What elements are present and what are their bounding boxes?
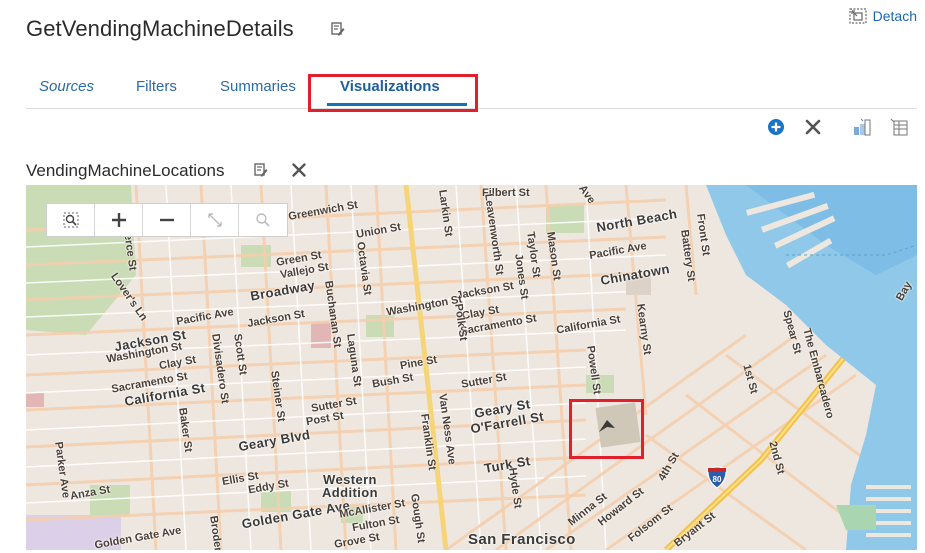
tab-bar: Sources Filters Summaries Visualizations (26, 70, 917, 112)
zoom-out-icon (159, 218, 174, 222)
tab-visualizations[interactable]: Visualizations (340, 78, 440, 95)
close-icon[interactable] (804, 118, 822, 136)
tab-filters[interactable]: Filters (136, 78, 177, 95)
fit-extent-button[interactable] (191, 204, 239, 236)
zoom-out-button[interactable] (143, 204, 191, 236)
detach-icon (849, 8, 867, 24)
table-layout-icon[interactable] (890, 118, 908, 136)
map-toolbar (46, 203, 288, 237)
tab-sources[interactable]: Sources (39, 78, 94, 95)
map-view[interactable]: Filbert St Greenwich St Union St North B… (26, 185, 917, 550)
page-title: GetVendingMachineDetails (26, 16, 294, 41)
map-neighborhood-label: Western Addition (322, 472, 378, 500)
interstate-shield-icon: 80 (707, 466, 727, 489)
marker-highlight-box (569, 399, 644, 459)
active-tab-indicator (327, 103, 467, 106)
tab-summaries[interactable]: Summaries (220, 78, 296, 95)
fit-extent-icon (207, 213, 222, 227)
edit-visualization-icon[interactable] (254, 163, 268, 177)
detach-label: Detach (872, 8, 917, 24)
search-icon (255, 213, 270, 227)
chart-layout-icon[interactable] (853, 118, 871, 136)
zoom-to-area-button[interactable] (47, 204, 95, 236)
visualization-title: VendingMachineLocations (26, 161, 225, 180)
detach-button[interactable]: Detach (849, 8, 917, 24)
add-icon[interactable] (767, 118, 785, 136)
map-city-label: San Francisco (468, 531, 576, 548)
zoom-to-area-icon (63, 212, 78, 228)
edit-icon[interactable] (331, 22, 345, 36)
remove-visualization-icon[interactable] (291, 162, 307, 178)
interstate-number: 80 (713, 475, 722, 484)
map-search-button[interactable] (239, 204, 286, 236)
zoom-in-icon (111, 213, 126, 227)
zoom-in-button[interactable] (95, 204, 143, 236)
